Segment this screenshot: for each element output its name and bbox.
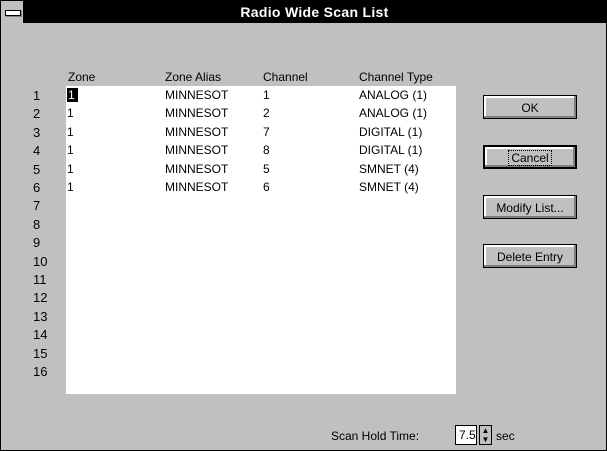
channel-cell[interactable]: 1 — [263, 88, 270, 102]
row-number: 3 — [33, 124, 41, 140]
zone-cell[interactable]: 1 — [67, 88, 78, 102]
zone-cell[interactable]: 1 — [67, 143, 74, 157]
row-number: 13 — [33, 308, 48, 324]
zone-cell[interactable]: 1 — [67, 180, 74, 194]
system-menu-button[interactable] — [1, 1, 24, 23]
cancel-button-label: Cancel — [508, 150, 552, 166]
channel-type-cell[interactable]: DIGITAL (1) — [359, 125, 422, 139]
row-number: 9 — [33, 235, 41, 251]
row-number: 5 — [33, 161, 41, 177]
channel-cell[interactable]: 5 — [263, 162, 270, 176]
channel-type-cell[interactable]: ANALOG (1) — [359, 88, 427, 102]
ok-button[interactable]: OK — [483, 95, 577, 119]
system-menu-icon — [5, 10, 21, 16]
selected-zone-cell[interactable]: 1 — [67, 88, 78, 102]
scan-hold-time-label: Scan Hold Time: — [331, 429, 420, 443]
zone-alias-cell[interactable]: MINNESOT — [165, 125, 228, 139]
row-number: 1 — [33, 88, 41, 103]
row-number: 10 — [33, 253, 48, 269]
row-number: 7 — [33, 198, 41, 214]
header-channel-type: Channel Type — [359, 70, 433, 84]
scan-hold-time-unit: sec — [496, 429, 515, 443]
row-number: 15 — [33, 345, 48, 361]
channel-type-cell[interactable]: ANALOG (1) — [359, 106, 427, 120]
header-zone: Zone — [68, 70, 96, 84]
cancel-button[interactable]: Cancel — [483, 145, 577, 169]
zone-alias-cell[interactable]: MINNESOT — [165, 162, 228, 176]
row-number: 14 — [33, 327, 48, 343]
zone-cell[interactable]: 1 — [67, 106, 74, 120]
spin-down-icon[interactable]: ▼ — [482, 435, 490, 444]
row-number: 6 — [33, 180, 41, 195]
scan-hold-time-spinner[interactable]: ▲ ▼ — [479, 425, 492, 445]
channel-type-cell[interactable]: SMNET (4) — [359, 180, 419, 194]
zone-cell[interactable]: 1 — [67, 162, 74, 176]
spin-up-icon[interactable]: ▲ — [482, 426, 490, 435]
zone-alias-cell[interactable]: MINNESOT — [165, 106, 228, 120]
channel-type-cell[interactable]: DIGITAL (1) — [359, 143, 422, 157]
channel-cell[interactable]: 6 — [263, 180, 270, 194]
row-number: 16 — [33, 364, 48, 379]
delete-entry-button[interactable]: Delete Entry — [483, 244, 577, 268]
header-zone-alias: Zone Alias — [165, 70, 222, 84]
header-channel: Channel — [263, 70, 308, 84]
row-number: 4 — [33, 143, 41, 159]
modify-list-button[interactable]: Modify List... — [483, 195, 577, 219]
zone-alias-cell[interactable]: MINNESOT — [165, 180, 228, 194]
channel-cell[interactable]: 2 — [263, 106, 270, 120]
zone-alias-cell[interactable]: MINNESOT — [165, 88, 228, 102]
scan-hold-time-input[interactable]: 7.5 — [455, 425, 477, 445]
row-number: 2 — [33, 106, 41, 122]
row-number: 8 — [33, 216, 41, 232]
zone-alias-cell[interactable]: MINNESOT — [165, 143, 228, 157]
channel-type-cell[interactable]: SMNET (4) — [359, 162, 419, 176]
channel-cell[interactable]: 7 — [263, 125, 270, 139]
title-bar: Radio Wide Scan List — [1, 1, 606, 23]
zone-cell[interactable]: 1 — [67, 125, 74, 139]
row-number: 11 — [33, 272, 47, 287]
window-title: Radio Wide Scan List — [240, 4, 389, 20]
channel-cell[interactable]: 8 — [263, 143, 270, 157]
row-number: 12 — [33, 290, 48, 306]
